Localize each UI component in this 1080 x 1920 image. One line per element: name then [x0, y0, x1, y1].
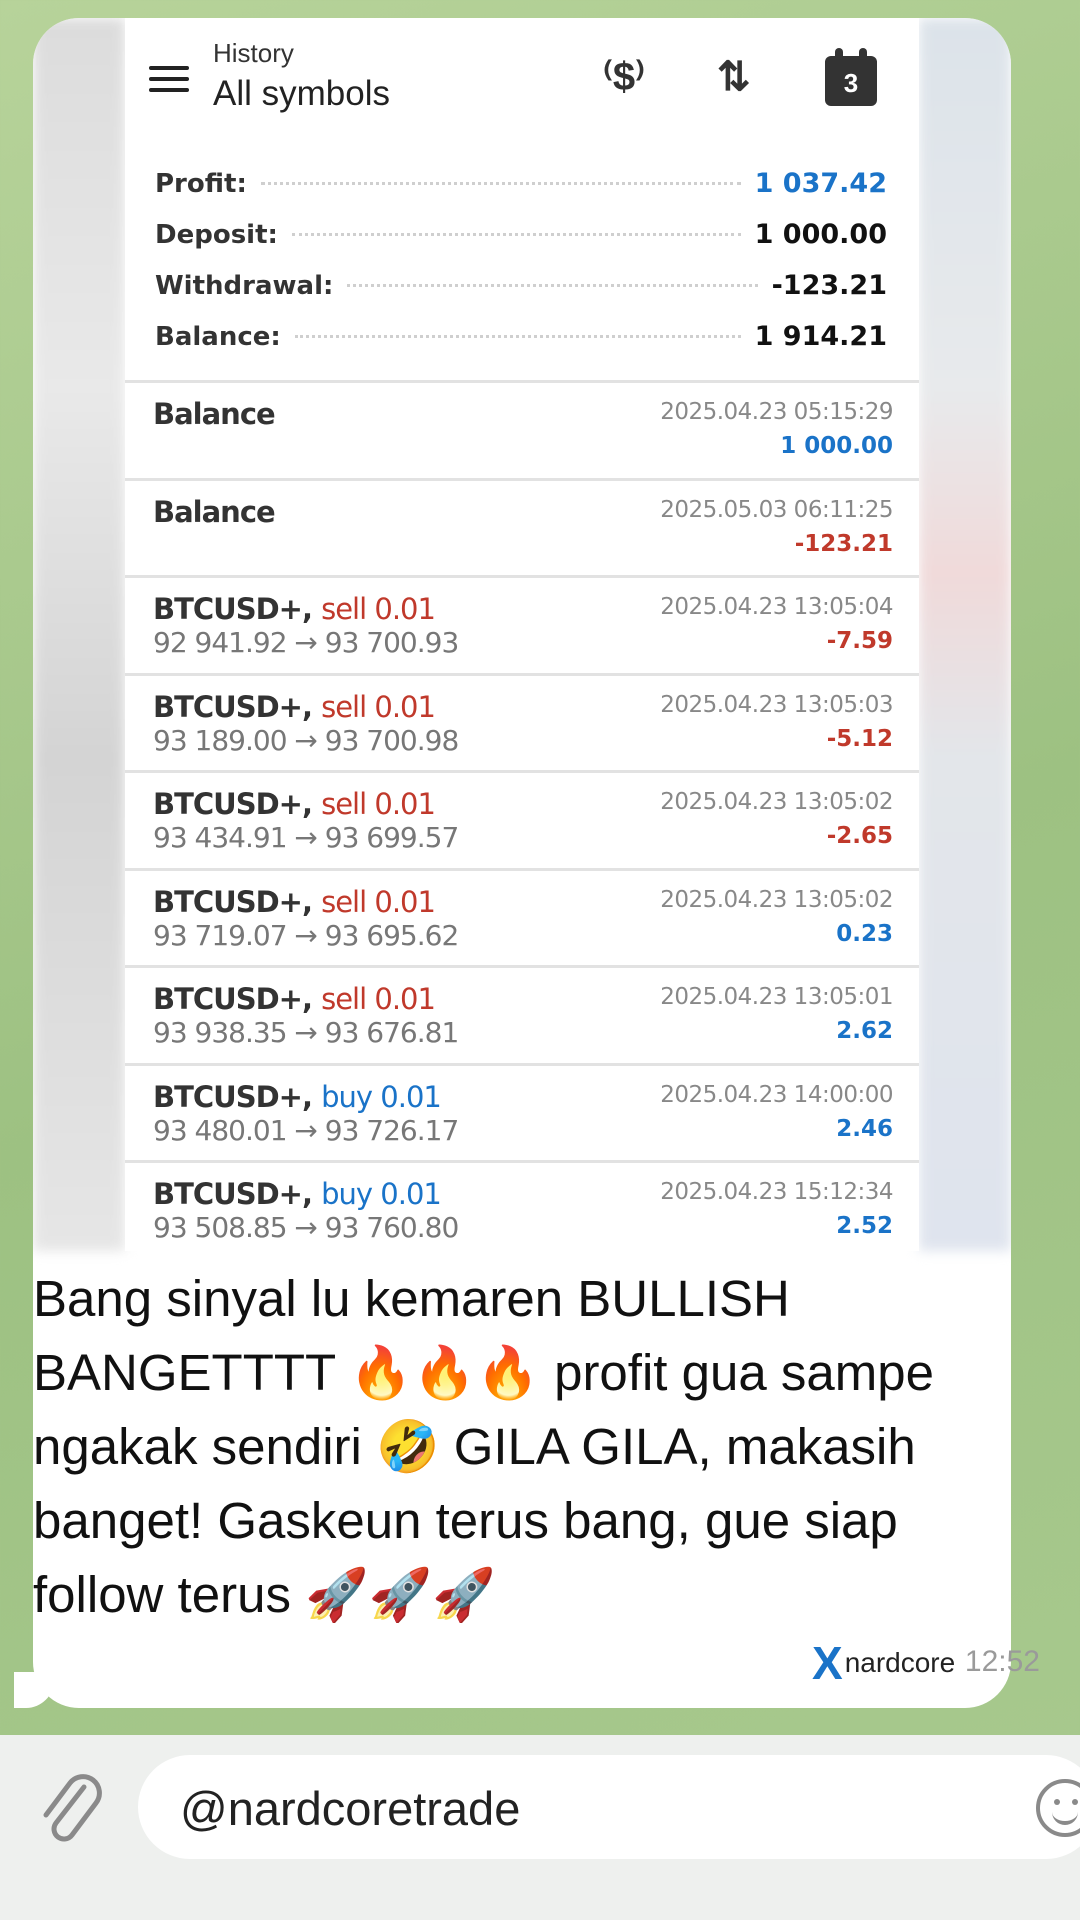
deal-row: BTCUSD+, sell 0.01 93 938.35 → 93 676.81…: [125, 965, 919, 1063]
history-summary: Profit: 1 037.42 Deposit: 1 000.00 Withd…: [125, 158, 919, 362]
deal-side: sell 0.01: [321, 592, 436, 626]
dot-leader: [294, 335, 741, 338]
deal-symbol: BTCUSD+,: [153, 689, 313, 724]
deal-symbol: BTCUSD+,: [153, 1079, 313, 1114]
deal-row: BTCUSD+, sell 0.01 93 719.07 → 93 695.62…: [125, 867, 919, 966]
paperclip-icon[interactable]: [36, 1765, 106, 1855]
deal-symbol: BTCUSD+,: [153, 1177, 313, 1211]
deal-row: BTCUSD+, sell 0.01 93 434.91 → 93 699.57…: [125, 770, 919, 868]
deal-profit: 0.23: [836, 920, 893, 947]
deal-title: BTCUSD+, sell 0.01: [153, 787, 436, 821]
logo-x-icon: X: [812, 1637, 843, 1689]
deal-profit: -5.12: [826, 725, 893, 752]
deal-row: Balance 2025.05.03 06:11:25 -123.21: [125, 477, 919, 576]
deal-time: 2025.04.23 05:15:29: [660, 399, 893, 425]
deal-row: Balance 2025.04.23 05:15:29 1 000.00: [125, 380, 919, 478]
deal-time: 2025.04.23 13:05:01: [660, 984, 893, 1010]
deal-side: sell 0.01: [321, 787, 436, 821]
calendar-icon: 3: [825, 48, 877, 106]
deal-prices: 93 434.91 → 93 699.57: [153, 821, 459, 854]
deal-prices: 93 508.85 → 93 760.80: [153, 1211, 459, 1244]
summary-value: -123.21: [771, 270, 887, 301]
watermark-text: nardcore: [844, 1647, 956, 1678]
deal-list: Balance 2025.04.23 05:15:29 1 000.00 Bal…: [125, 380, 919, 1258]
blurred-edge-left: [33, 18, 125, 1251]
deal-title: BTCUSD+, sell 0.01: [153, 689, 436, 724]
blurred-edge-right: [919, 18, 1011, 1251]
deal-prices: 92 941.92 → 93 700.93: [153, 626, 459, 659]
deal-time: 2025.04.23 13:05:02: [660, 789, 893, 815]
summary-row-profit: Profit: 1 037.42: [125, 158, 919, 209]
summary-label: Deposit:: [155, 219, 278, 250]
message-input-bar: @nardcoretrade: [0, 1735, 1080, 1920]
deal-profit: 2.52: [836, 1213, 893, 1239]
message-input[interactable]: @nardcoretrade: [138, 1755, 1080, 1859]
deal-side: sell 0.01: [321, 982, 436, 1016]
deal-symbol: BTCUSD+,: [153, 787, 313, 821]
trade-history-screenshot[interactable]: History All symbols ⁽$⁾ ⇅ 3 Profit: 1 03…: [125, 18, 919, 1251]
deal-row: BTCUSD+, buy 0.01 93 480.01 → 93 726.17 …: [125, 1062, 919, 1161]
deal-row: BTCUSD+, sell 0.01 92 941.92 → 93 700.93…: [125, 575, 919, 673]
deal-title: BTCUSD+, sell 0.01: [153, 592, 436, 626]
dot-leader: [291, 233, 741, 236]
dot-leader: [347, 284, 758, 287]
deal-symbol: BTCUSD+,: [153, 592, 313, 626]
deal-profit: -2.65: [826, 823, 893, 849]
menu-icon: [149, 66, 189, 96]
deal-row: BTCUSD+, sell 0.01 93 189.00 → 93 700.98…: [125, 672, 919, 771]
deal-title: BTCUSD+, buy 0.01: [153, 1177, 442, 1211]
deal-side: sell 0.01: [321, 689, 436, 724]
message-time: 12:52: [964, 1645, 1040, 1678]
history-topbar: History All symbols ⁽$⁾ ⇅ 3: [125, 18, 919, 146]
deal-profit: 1 000.00: [780, 433, 893, 459]
deal-profit: -123.21: [794, 530, 893, 557]
deal-profit: 2.62: [836, 1018, 893, 1044]
deal-profit: 2.46: [836, 1115, 893, 1142]
deal-side: buy 0.01: [321, 1079, 442, 1114]
watermark-logo: X nardcore: [812, 1638, 955, 1688]
summary-row-withdrawal: Withdrawal: -123.21: [125, 260, 919, 311]
summary-label: Profit:: [155, 168, 247, 199]
history-subtitle: History: [213, 38, 294, 68]
deal-side: buy 0.01: [321, 1177, 442, 1211]
deal-time: 2025.04.23 15:12:34: [660, 1179, 893, 1205]
deal-symbol: BTCUSD+,: [153, 884, 313, 919]
deal-prices: 93 719.07 → 93 695.62: [153, 918, 459, 952]
dot-leader: [260, 182, 741, 185]
deal-prices: 93 480.01 → 93 726.17: [153, 1113, 459, 1147]
summary-value: 1 037.42: [754, 168, 887, 199]
deal-row: BTCUSD+, buy 0.01 93 508.85 → 93 760.80 …: [125, 1160, 919, 1258]
summary-value: 1 914.21: [754, 321, 887, 352]
deal-title: BTCUSD+, sell 0.01: [153, 884, 436, 919]
summary-row-deposit: Deposit: 1 000.00: [125, 209, 919, 260]
deal-symbol: Balance: [153, 494, 276, 529]
deal-symbol: BTCUSD+,: [153, 982, 313, 1016]
deal-time: 2025.04.23 13:05:04: [660, 594, 893, 620]
summary-label: Withdrawal:: [155, 270, 334, 301]
message-text: Bang sinyal lu kemaren BULLISH BANGETTTT…: [33, 1270, 934, 1623]
deal-side: sell 0.01: [321, 884, 436, 919]
deal-profit: -7.59: [826, 628, 893, 654]
deal-title: BTCUSD+, buy 0.01: [153, 1079, 442, 1114]
summary-row-balance: Balance: 1 914.21: [125, 311, 919, 362]
currency-exchange-icon: ⁽$⁾: [603, 55, 645, 99]
history-title: All symbols: [213, 74, 390, 113]
message-input-value[interactable]: @nardcoretrade: [180, 1781, 520, 1836]
sort-icon: ⇅: [717, 55, 751, 99]
summary-value: 1 000.00: [754, 219, 887, 250]
summary-label: Balance:: [155, 321, 281, 352]
deal-time: 2025.05.03 06:11:25: [660, 496, 893, 523]
deal-time: 2025.04.23 14:00:00: [660, 1081, 893, 1108]
deal-time: 2025.04.23 13:05:02: [660, 886, 893, 913]
deal-prices: 93 189.00 → 93 700.98: [153, 723, 459, 757]
deal-prices: 93 938.35 → 93 676.81: [153, 1016, 459, 1049]
deal-time: 2025.04.23 13:05:03: [660, 691, 893, 718]
bubble-tail: [14, 1672, 54, 1708]
deal-symbol: Balance: [153, 397, 276, 431]
deal-title: BTCUSD+, sell 0.01: [153, 982, 436, 1016]
